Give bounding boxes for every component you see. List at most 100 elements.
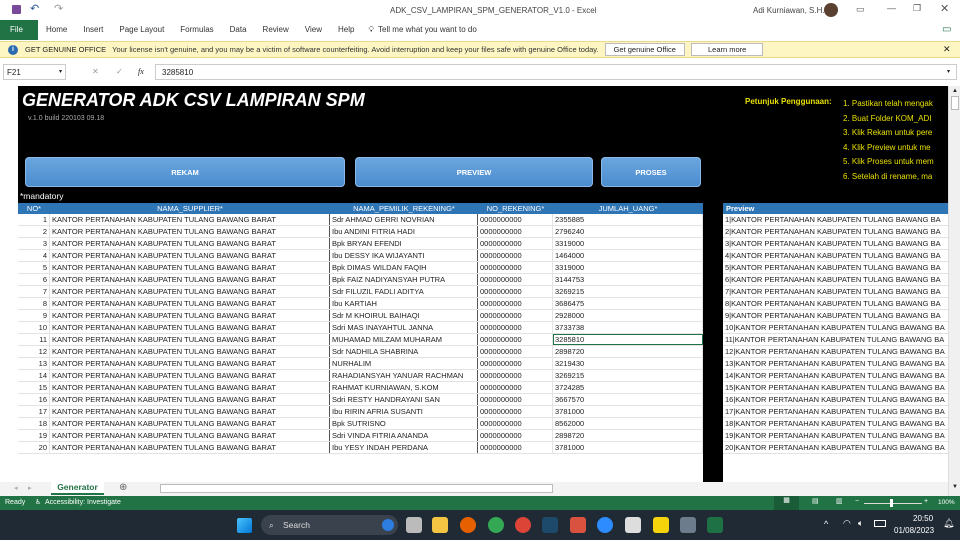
- chrome-profile-icon[interactable]: [488, 517, 504, 533]
- close-icon[interactable]: ✕: [940, 2, 949, 15]
- save-icon[interactable]: [12, 5, 21, 14]
- power-app-icon[interactable]: [570, 517, 586, 533]
- taskbar-search[interactable]: ⌕ Search: [261, 515, 398, 535]
- row-jumlah-uang-cell[interactable]: 3144753: [553, 274, 703, 285]
- row-no-cell[interactable]: 10: [18, 322, 50, 333]
- accessibility-icon[interactable]: ♿︎: [35, 498, 41, 506]
- row-no-cell[interactable]: 12: [18, 346, 50, 357]
- row-nama-pemilik-cell[interactable]: Sdr NADHILA SHABRINA: [330, 346, 478, 357]
- row-nama-pemilik-cell[interactable]: Bpk SUTRISNO: [330, 418, 478, 429]
- horizontal-scrollbar[interactable]: [160, 484, 553, 493]
- row-nama-pemilik-cell[interactable]: Sdr AHMAD GERRI NOVRIAN: [330, 214, 478, 225]
- row-jumlah-uang-cell[interactable]: 3219430: [553, 358, 703, 369]
- clock-time[interactable]: 20:50: [913, 514, 933, 523]
- zoom-slider[interactable]: − +: [855, 498, 930, 507]
- row-nama-pemilik-cell[interactable]: RAHMAT KURNIAWAN, S.KOM: [330, 382, 478, 393]
- row-jumlah-uang-cell[interactable]: 3667570: [553, 394, 703, 405]
- accessibility-status[interactable]: Accessibility: Investigate: [45, 499, 121, 506]
- file-explorer-icon[interactable]: [432, 517, 448, 533]
- row-no-rekening-cell[interactable]: 0000000000: [478, 286, 553, 297]
- row-no-cell[interactable]: 19: [18, 430, 50, 441]
- normal-view-icon[interactable]: ▦: [774, 496, 799, 510]
- sheet-tab-generator[interactable]: Generator: [51, 481, 104, 495]
- row-no-cell[interactable]: 5: [18, 262, 50, 273]
- row-no-cell[interactable]: 11: [18, 334, 50, 345]
- row-no-rekening-cell[interactable]: 0000000000: [478, 226, 553, 237]
- row-jumlah-uang-cell[interactable]: 3319000: [553, 262, 703, 273]
- vertical-scrollbar[interactable]: ▲ ▼: [948, 86, 960, 496]
- preview-row[interactable]: 3|KANTOR PERTANAHAN KABUPATEN TULANG BAW…: [723, 238, 948, 250]
- firefox-icon[interactable]: [460, 517, 476, 533]
- name-box[interactable]: F21 ▾: [3, 64, 66, 80]
- scroll-tabs-left-icon[interactable]: ◂: [14, 484, 18, 492]
- row-no-rekening-cell[interactable]: 0000000000: [478, 430, 553, 441]
- row-nama-pemilik-cell[interactable]: Sdri RESTY HANDRAYANI SAN: [330, 394, 478, 405]
- preview-row[interactable]: 9|KANTOR PERTANAHAN KABUPATEN TULANG BAW…: [723, 310, 948, 322]
- row-no-cell[interactable]: 1: [18, 214, 50, 225]
- tell-me-input[interactable]: Tell me what you want to do: [376, 20, 485, 40]
- row-nama-supplier-cell[interactable]: KANTOR PERTANAHAN KABUPATEN TULANG BAWAN…: [50, 358, 330, 369]
- minimize-icon[interactable]: —: [887, 3, 896, 13]
- row-nama-supplier-cell[interactable]: KANTOR PERTANAHAN KABUPATEN TULANG BAWAN…: [50, 310, 330, 321]
- preview-row[interactable]: 7|KANTOR PERTANAHAN KABUPATEN TULANG BAW…: [723, 286, 948, 298]
- preview-button[interactable]: PREVIEW: [355, 157, 593, 187]
- row-nama-supplier-cell[interactable]: KANTOR PERTANAHAN KABUPATEN TULANG BAWAN…: [50, 286, 330, 297]
- row-nama-supplier-cell[interactable]: KANTOR PERTANAHAN KABUPATEN TULANG BAWAN…: [50, 334, 330, 345]
- preview-row[interactable]: 14|KANTOR PERTANAHAN KABUPATEN TULANG BA…: [723, 370, 948, 382]
- row-jumlah-uang-cell[interactable]: 3319000: [553, 238, 703, 249]
- row-nama-pemilik-cell[interactable]: MUHAMAD MILZAM MUHARAM: [330, 334, 478, 345]
- row-nama-pemilik-cell[interactable]: Ibu YESY INDAH PERDANA: [330, 442, 478, 453]
- row-jumlah-uang-cell[interactable]: 3733738: [553, 322, 703, 333]
- row-no-cell[interactable]: 4: [18, 250, 50, 261]
- app-icon[interactable]: [542, 517, 558, 533]
- row-no-rekening-cell[interactable]: 0000000000: [478, 442, 553, 453]
- row-nama-pemilik-cell[interactable]: Ibu ANDINI FITRIA HADI: [330, 226, 478, 237]
- preview-row[interactable]: 10|KANTOR PERTANAHAN KABUPATEN TULANG BA…: [723, 322, 948, 334]
- row-no-cell[interactable]: 17: [18, 406, 50, 417]
- row-nama-pemilik-cell[interactable]: Bpk DIMAS WILDAN FAQIH: [330, 262, 478, 273]
- tab-view[interactable]: View: [297, 20, 330, 40]
- row-nama-supplier-cell[interactable]: KANTOR PERTANAHAN KABUPATEN TULANG BAWAN…: [50, 382, 330, 393]
- redo-icon[interactable]: ↷: [54, 2, 63, 15]
- row-no-cell[interactable]: 18: [18, 418, 50, 429]
- row-no-cell[interactable]: 6: [18, 274, 50, 285]
- row-no-rekening-cell[interactable]: 0000000000: [478, 310, 553, 321]
- row-nama-pemilik-cell[interactable]: Bpk BRYAN EFENDI: [330, 238, 478, 249]
- sticky-notes-icon[interactable]: [653, 517, 669, 533]
- preview-row[interactable]: 5|KANTOR PERTANAHAN KABUPATEN TULANG BAW…: [723, 262, 948, 274]
- volume-icon[interactable]: 🔈︎: [858, 518, 863, 529]
- row-no-cell[interactable]: 9: [18, 310, 50, 321]
- row-no-rekening-cell[interactable]: 0000000000: [478, 394, 553, 405]
- row-jumlah-uang-cell[interactable]: 2796240: [553, 226, 703, 237]
- preview-row[interactable]: 18|KANTOR PERTANAHAN KABUPATEN TULANG BA…: [723, 418, 948, 430]
- preview-row[interactable]: 15|KANTOR PERTANAHAN KABUPATEN TULANG BA…: [723, 382, 948, 394]
- row-jumlah-uang-cell[interactable]: 2898720: [553, 346, 703, 357]
- row-no-rekening-cell[interactable]: 0000000000: [478, 322, 553, 333]
- row-nama-supplier-cell[interactable]: KANTOR PERTANAHAN KABUPATEN TULANG BAWAN…: [50, 274, 330, 285]
- row-no-cell[interactable]: 7: [18, 286, 50, 297]
- snipping-tool-icon[interactable]: [625, 517, 641, 533]
- row-no-rekening-cell[interactable]: 0000000000: [478, 346, 553, 357]
- row-nama-supplier-cell[interactable]: KANTOR PERTANAHAN KABUPATEN TULANG BAWAN…: [50, 406, 330, 417]
- zoom-level[interactable]: 100%: [938, 499, 955, 506]
- row-nama-pemilik-cell[interactable]: Sdri VINDA FITRIA ANANDA: [330, 430, 478, 441]
- row-jumlah-uang-cell[interactable]: 2355885: [553, 214, 703, 225]
- row-jumlah-uang-cell[interactable]: 3781000: [553, 406, 703, 417]
- preview-row[interactable]: 11|KANTOR PERTANAHAN KABUPATEN TULANG BA…: [723, 334, 948, 346]
- show-hidden-icons[interactable]: ^: [824, 519, 828, 529]
- row-no-rekening-cell[interactable]: 0000000000: [478, 274, 553, 285]
- row-no-cell[interactable]: 16: [18, 394, 50, 405]
- tab-formulas[interactable]: Formulas: [172, 20, 221, 40]
- row-jumlah-uang-cell[interactable]: 3269215: [553, 286, 703, 297]
- row-nama-pemilik-cell[interactable]: RAHADIANSYAH YANUAR RACHMAN: [330, 370, 478, 381]
- row-no-rekening-cell[interactable]: 0000000000: [478, 418, 553, 429]
- preview-row[interactable]: 16|KANTOR PERTANAHAN KABUPATEN TULANG BA…: [723, 394, 948, 406]
- row-nama-supplier-cell[interactable]: KANTOR PERTANAHAN KABUPATEN TULANG BAWAN…: [50, 370, 330, 381]
- user-name[interactable]: Adi Kurniawan, S.H.: [753, 6, 825, 15]
- add-sheet-icon[interactable]: ⊕: [119, 482, 127, 493]
- zoom-icon[interactable]: [597, 517, 613, 533]
- chrome-icon[interactable]: [515, 517, 531, 533]
- row-nama-supplier-cell[interactable]: KANTOR PERTANAHAN KABUPATEN TULANG BAWAN…: [50, 214, 330, 225]
- row-nama-supplier-cell[interactable]: KANTOR PERTANAHAN KABUPATEN TULANG BAWAN…: [50, 238, 330, 249]
- row-jumlah-uang-cell[interactable]: 2928000: [553, 310, 703, 321]
